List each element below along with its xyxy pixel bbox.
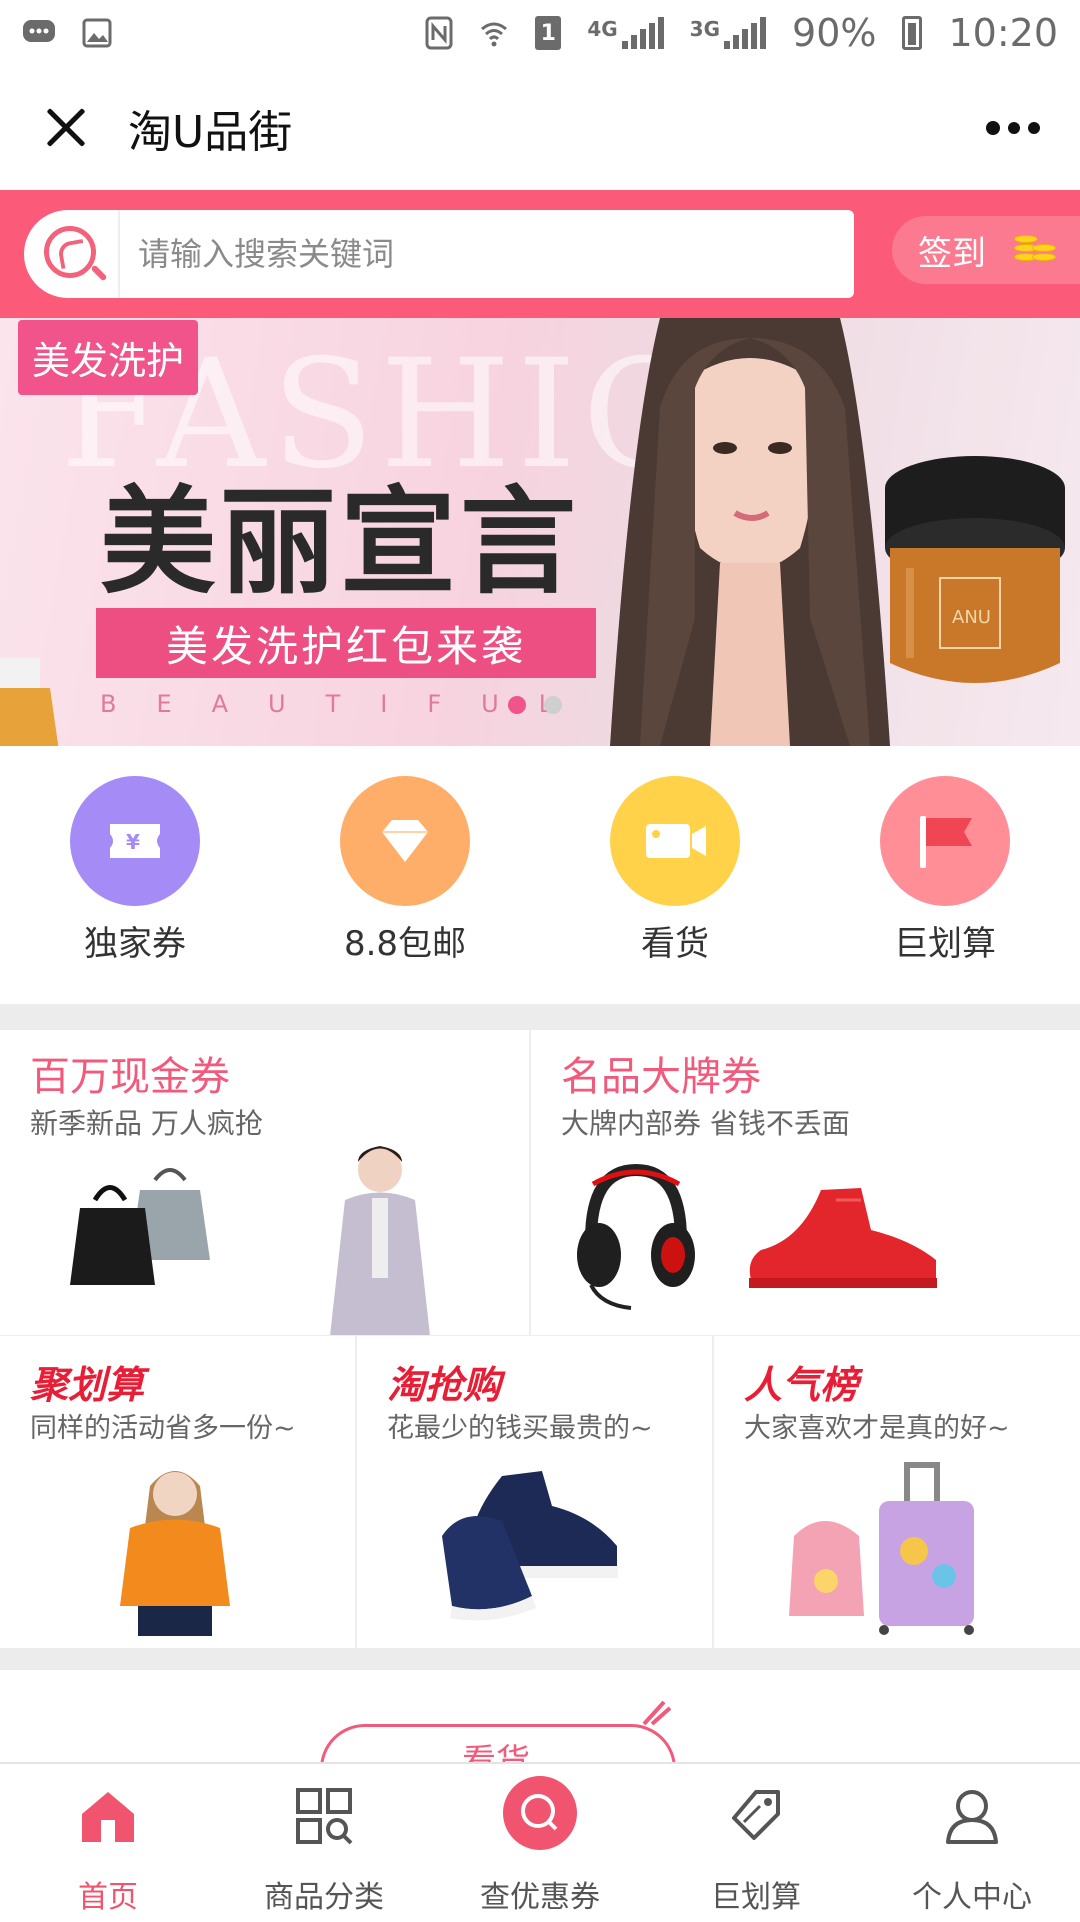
wifi-icon <box>479 18 509 48</box>
promo-subtitle: 大牌内部券 省钱不丢面 <box>561 1107 850 1140</box>
red-sneaker-image <box>749 1188 937 1288</box>
tab-categories[interactable]: 商品分类 <box>216 1764 432 1922</box>
bottom-tab-bar: 首页 商品分类 查优惠券 巨划算 个人中心 <box>0 1762 1080 1920</box>
search-band: 签到 <box>0 190 1080 318</box>
promo-popularity-chart[interactable]: 人气榜 大家喜欢才是真的好~ <box>714 1336 1080 1648</box>
promo-title: 淘抢购 <box>387 1363 502 1407</box>
tab-label: 个人中心 <box>912 1880 1032 1915</box>
tab-profile[interactable]: 个人中心 <box>864 1764 1080 1922</box>
banner-category-tag: 美发洗护 <box>18 320 199 395</box>
banner-headline: 美丽宣言 <box>100 474 580 610</box>
promo-brand-coupon[interactable]: 名品大牌券 大牌内部券 省钱不丢面 <box>531 1030 1080 1336</box>
battery-percent: 90% <box>792 11 877 55</box>
quick-entry-great-deal[interactable]: 巨划算 <box>845 776 1045 965</box>
nfc-icon <box>425 16 453 50</box>
tab-home[interactable]: 首页 <box>0 1764 216 1922</box>
ticket-icon: ¥ <box>70 776 200 906</box>
promo-subtitle: 花最少的钱买最贵的~ <box>387 1413 653 1444</box>
section-title: 看货 <box>462 1742 530 1762</box>
banner-bottle-image <box>0 658 59 746</box>
promo-cash-coupon[interactable]: 百万现金券 新季新品 万人疯抢 <box>0 1030 530 1336</box>
woman-coat-image <box>330 1146 430 1336</box>
status-bar: 1 4G 3G 90% 10:20 <box>0 0 1080 66</box>
diamond-icon <box>340 776 470 906</box>
search-input[interactable] <box>120 210 854 298</box>
coins-icon <box>1014 233 1058 267</box>
signal-3g-icon: 3G <box>689 17 767 49</box>
promo-title: 聚划算 <box>30 1363 145 1407</box>
carousel-dot-active[interactable] <box>508 696 526 714</box>
sign-in-button[interactable]: 签到 <box>892 216 1080 284</box>
quick-entry-label: 8.8包邮 <box>343 924 467 964</box>
promo-subtitle: 同样的活动省多一份~ <box>30 1413 296 1444</box>
promo-subtitle: 大家喜欢才是真的好~ <box>744 1413 1010 1444</box>
promo-taoqianggou[interactable]: 淘抢购 花最少的钱买最贵的~ <box>357 1336 713 1648</box>
gallery-notification-icon <box>82 18 112 48</box>
category-grid-icon <box>294 1786 354 1846</box>
video-camera-icon <box>610 776 740 906</box>
tab-label: 首页 <box>78 1880 138 1915</box>
close-icon[interactable] <box>34 93 104 163</box>
promo-title: 人气榜 <box>744 1363 859 1407</box>
page-title: 淘U品街 <box>128 107 293 158</box>
quick-entry-watch-goods[interactable]: 看货 <box>575 776 775 965</box>
quick-entry-label: 看货 <box>641 924 709 964</box>
message-notification-icon <box>22 19 56 47</box>
flag-icon <box>880 776 1010 906</box>
quick-entry-free-shipping[interactable]: 8.8包邮 <box>305 776 505 965</box>
app-header: 淘U品街 <box>0 66 1080 190</box>
quick-entry-label: 巨划算 <box>894 924 996 964</box>
svg-text:¥: ¥ <box>126 830 140 854</box>
banner-model-image <box>610 318 890 746</box>
luggage-backpack-image <box>789 1462 974 1635</box>
carousel-dot[interactable] <box>544 696 562 714</box>
tab-coupon-search[interactable]: 查优惠券 <box>432 1764 648 1922</box>
quick-entry-label: 独家券 <box>84 924 186 964</box>
battery-icon <box>902 16 923 50</box>
tab-label: 查优惠券 <box>480 1880 600 1915</box>
signal-4g-icon: 4G <box>587 17 664 49</box>
tab-great-deal[interactable]: 巨划算 <box>648 1764 864 1922</box>
banner-ribbon: 美发洗护红包来袭 <box>96 608 596 678</box>
watch-goods-section-header: 看货 <box>0 1670 1080 1762</box>
search-box[interactable] <box>24 210 854 298</box>
child-sweater-image <box>120 1471 230 1636</box>
promo-title: 百万现金券 <box>30 1054 230 1100</box>
tab-label: 商品分类 <box>264 1880 384 1915</box>
quick-entry-row: ¥ 独家券 8.8包邮 看货 巨划算 <box>0 746 1080 1004</box>
sign-in-label: 签到 <box>918 233 986 274</box>
headphones-image <box>577 1163 695 1310</box>
banner-product-jar-image: ANU <box>885 456 1065 683</box>
section-divider <box>0 1004 1080 1030</box>
coupon-search-icon <box>503 1776 577 1850</box>
search-icon[interactable] <box>24 210 120 298</box>
price-tag-icon <box>726 1786 786 1846</box>
user-icon <box>942 1786 1002 1846</box>
sim-slot-number: 1 <box>540 20 556 46</box>
sparkle-icon <box>642 1700 672 1726</box>
section-divider <box>0 1648 1080 1670</box>
promo-subtitle: 新季新品 万人疯抢 <box>30 1107 263 1140</box>
network-3g-label: 3G <box>689 17 721 41</box>
jar-brand-text: ANU <box>952 607 991 628</box>
home-icon <box>78 1786 138 1846</box>
tab-label: 巨划算 <box>711 1880 801 1915</box>
promo-title: 名品大牌券 <box>561 1054 761 1100</box>
promo-juhuasuan[interactable]: 聚划算 同样的活动省多一份~ <box>0 1336 356 1648</box>
network-4g-label: 4G <box>587 17 618 41</box>
sim-slot-icon: 1 <box>535 16 562 50</box>
more-options-icon[interactable] <box>986 121 1040 135</box>
quick-entry-exclusive-coupon[interactable]: ¥ 独家券 <box>35 776 235 965</box>
handbags-image <box>70 1168 210 1285</box>
navy-sneakers-image <box>442 1471 618 1621</box>
carousel-indicator[interactable] <box>508 696 562 714</box>
clock: 10:20 <box>948 11 1058 55</box>
promo-banner[interactable]: FASHION ANU 美发洗护 美丽宣言 美发洗护红包来袭 BEAUTIFUL <box>0 318 1080 746</box>
